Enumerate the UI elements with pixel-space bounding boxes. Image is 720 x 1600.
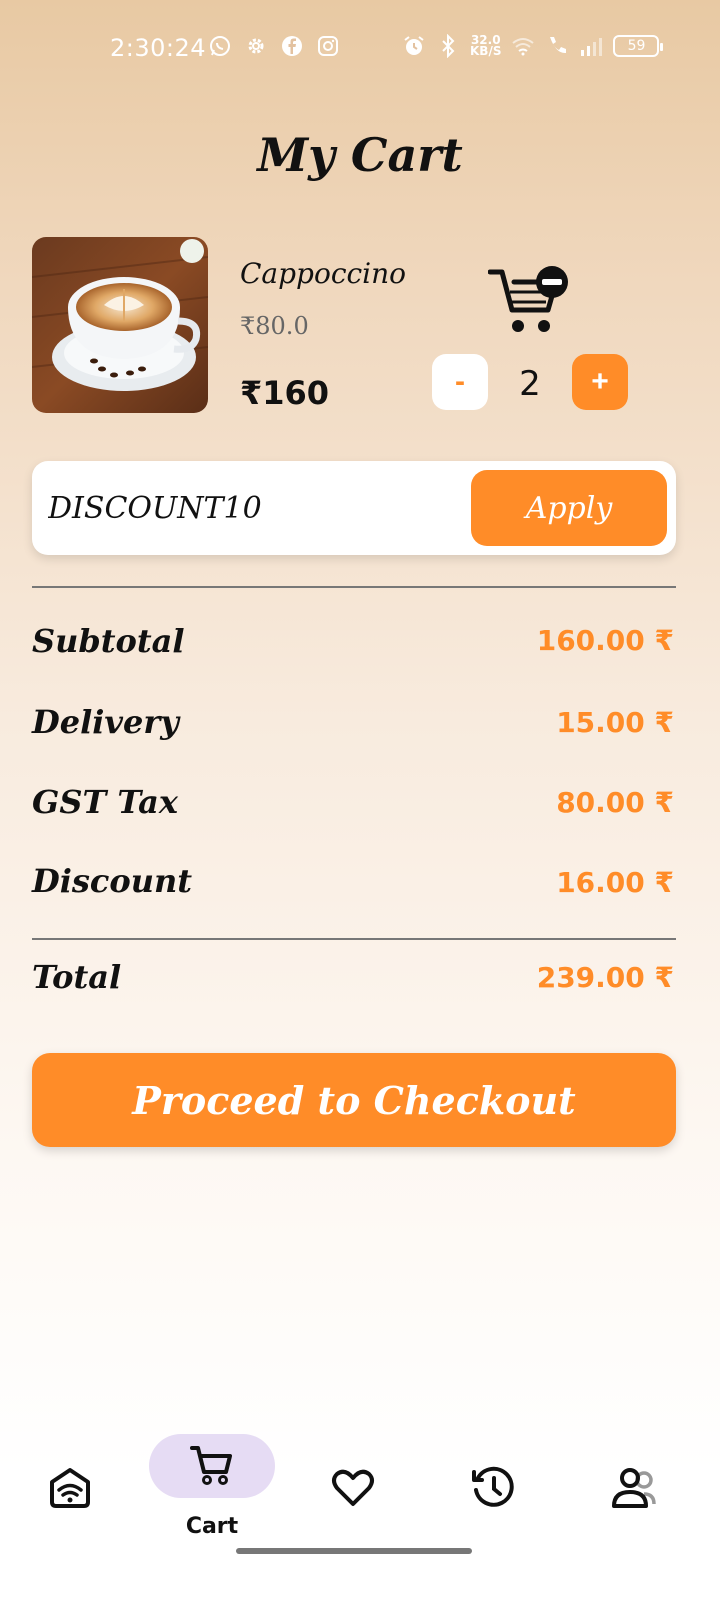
delivery-label: Delivery: [32, 703, 179, 741]
status-time: 2:30:24: [110, 34, 207, 62]
product-total-price: ₹160: [240, 374, 330, 412]
home-wifi-icon: [46, 1468, 94, 1516]
discount-code-input[interactable]: [48, 486, 448, 530]
heart-icon: [329, 1469, 377, 1516]
discount-value: 16.00 ₹: [556, 866, 674, 899]
delivery-value: 15.00 ₹: [556, 706, 674, 739]
nav-history[interactable]: [470, 1464, 518, 1512]
profile-icon: [610, 1468, 658, 1516]
instagram-icon: [316, 34, 340, 58]
bluetooth-icon: [436, 34, 460, 58]
subtotal-label: Subtotal: [32, 622, 185, 660]
history-icon: [470, 1466, 518, 1516]
proceed-to-checkout-button[interactable]: Proceed to Checkout: [32, 1053, 676, 1147]
status-icons-left: [208, 34, 340, 58]
total-label: Total: [32, 958, 122, 996]
summary-divider-bottom: [32, 938, 676, 940]
facebook-icon: [280, 34, 304, 58]
gst-tax-label: GST Tax: [32, 783, 178, 821]
subtotal-value: 160.00 ₹: [536, 624, 674, 657]
battery-indicator: 59: [613, 35, 664, 57]
increase-quantity-button[interactable]: +: [572, 354, 628, 410]
total-value: 239.00 ₹: [536, 961, 674, 994]
network-speed-unit: KB/S: [470, 44, 502, 58]
product-name: Cappoccino: [240, 257, 407, 290]
wifi-icon: [511, 34, 535, 58]
remove-from-cart-icon[interactable]: [487, 262, 572, 338]
cart-icon: [188, 1440, 236, 1493]
home-indicator[interactable]: [236, 1548, 472, 1554]
product-image: [32, 237, 208, 413]
page-title: My Cart: [257, 128, 463, 182]
nav-cart[interactable]: [149, 1434, 275, 1498]
nav-cart-label: Cart: [185, 1514, 239, 1539]
settings-gear-icon: [244, 34, 268, 58]
nav-profile[interactable]: [610, 1464, 658, 1512]
alarm-icon: [402, 34, 426, 58]
whatsapp-icon: [208, 34, 232, 58]
summary-divider-top: [32, 586, 676, 588]
signal-icon: [579, 34, 603, 58]
product-unit-price: ₹80.0: [240, 312, 309, 340]
nav-favorites[interactable]: [329, 1464, 377, 1512]
discount-label: Discount: [32, 862, 193, 900]
quantity-value: 2: [519, 364, 541, 404]
decrease-quantity-button[interactable]: -: [432, 354, 488, 410]
gst-tax-value: 80.00 ₹: [556, 786, 674, 819]
call-icon: [545, 34, 569, 58]
apply-discount-button[interactable]: Apply: [471, 470, 667, 546]
network-speed: 32.0 KB/S: [470, 34, 502, 58]
status-icons-right: 32.0 KB/S 59: [402, 34, 664, 58]
nav-home[interactable]: [46, 1464, 94, 1512]
